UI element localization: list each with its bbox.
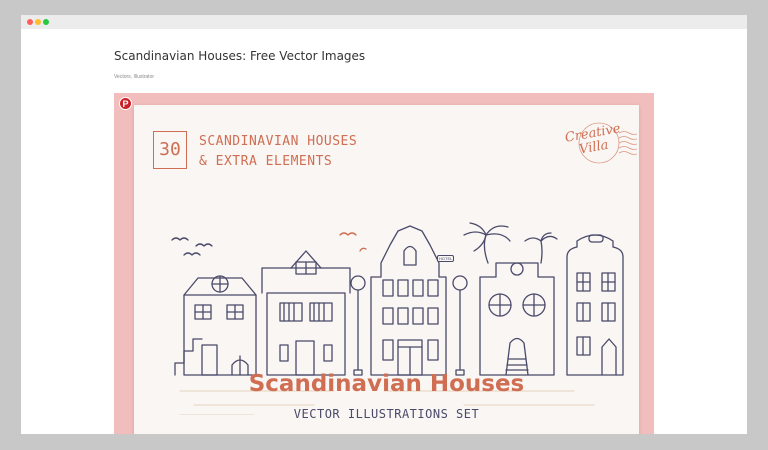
maximize-window-button[interactable] [43, 19, 49, 25]
artwork-card: 30 SCANDINAVIAN HOUSES & EXTRA ELEMENTS … [134, 105, 639, 434]
count-badge: 30 [153, 131, 187, 169]
minimize-window-button[interactable] [35, 19, 41, 25]
title-bar [21, 15, 747, 29]
category-links[interactable]: Vectors, Illustrator [114, 74, 154, 80]
browser-window: Scandinavian Houses: Free Vector Images … [21, 15, 747, 434]
close-window-button[interactable] [27, 19, 33, 25]
hero-image[interactable]: 30 SCANDINAVIAN HOUSES & EXTRA ELEMENTS … [114, 93, 654, 434]
hotel-sign: HOTEL [437, 255, 455, 262]
pinterest-save-button[interactable]: P [119, 97, 132, 110]
artwork-title: Scandinavian Houses [248, 371, 525, 397]
house-1-icon [174, 275, 257, 376]
pennant-icon [339, 232, 367, 252]
artwork-subtitle: VECTOR ILLUSTRATIONS SET [293, 407, 480, 421]
heading-line-1: SCANDINAVIAN HOUSES [199, 134, 358, 149]
birds-icon [171, 237, 213, 256]
house-3-icon [370, 225, 447, 376]
lamp-post-1-icon [350, 275, 366, 376]
house-5-icon [566, 234, 624, 376]
palm-tree-2-icon [524, 232, 558, 264]
lamp-post-2-icon [452, 275, 468, 376]
palm-tree-1-icon [463, 222, 511, 264]
house-2-icon [261, 250, 351, 376]
page-title: Scandinavian Houses: Free Vector Images [114, 49, 366, 63]
house-4-icon [479, 262, 555, 376]
